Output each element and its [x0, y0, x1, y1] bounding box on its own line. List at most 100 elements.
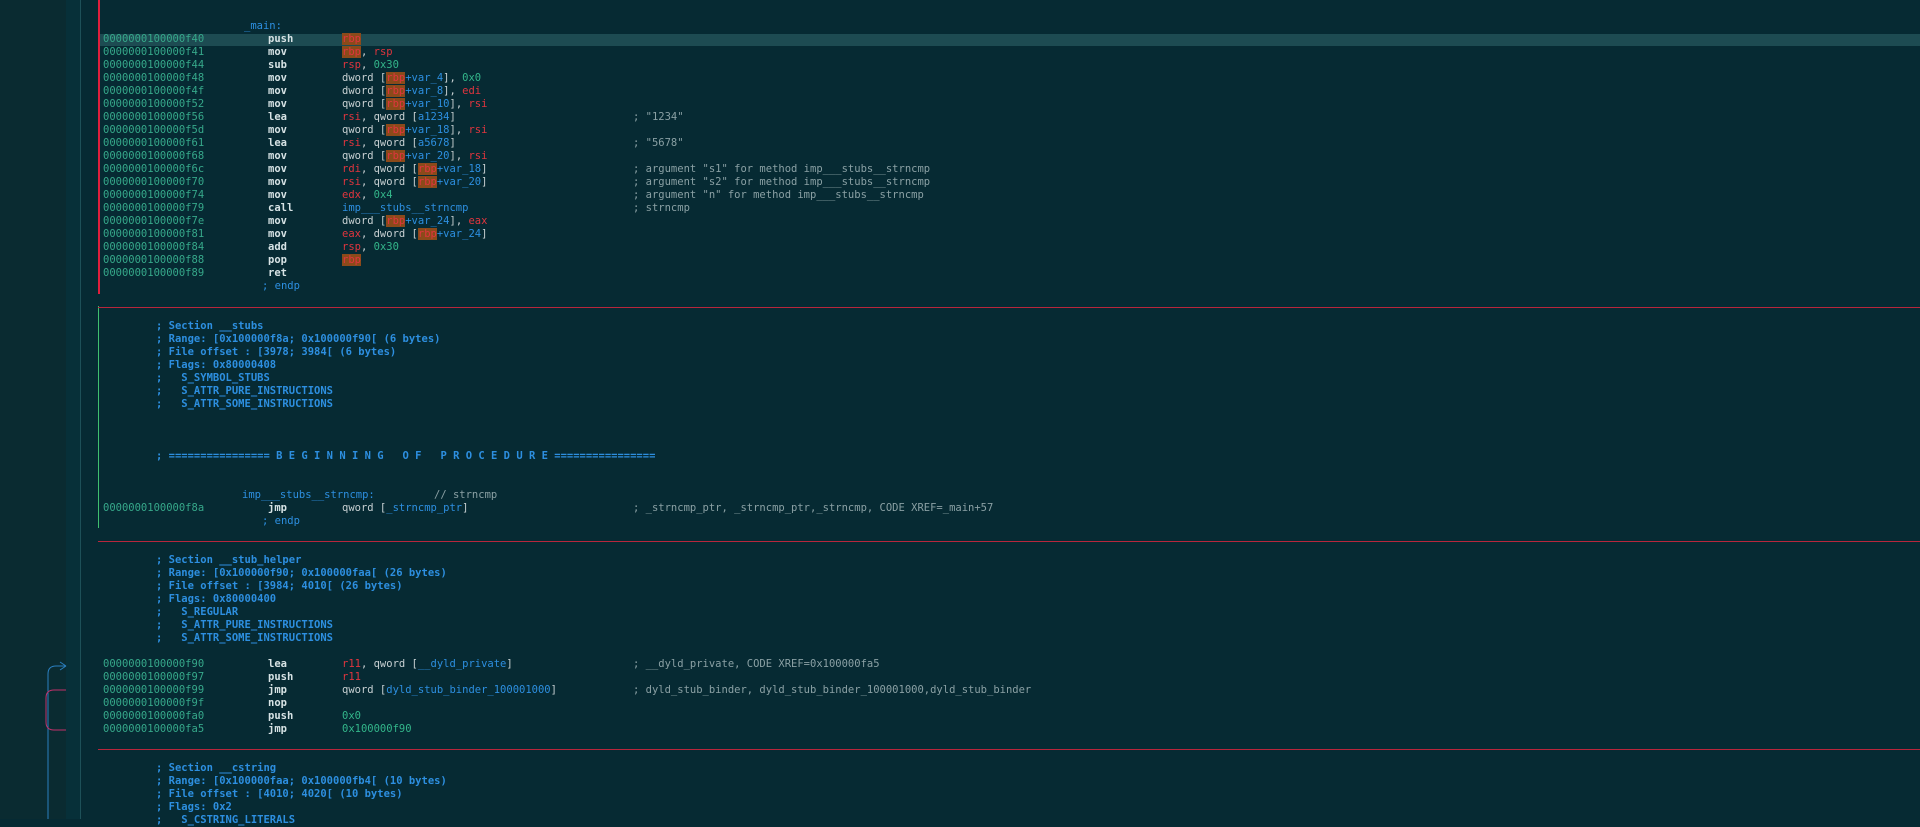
stub-helper-section-line[interactable]: ; S_ATTR_PURE_INSTRUCTIONS — [0, 619, 1920, 632]
endp-line[interactable]: ; endp — [0, 515, 1920, 528]
instruction-row[interactable]: 0000000100000f84 add rsp, 0x30 — [0, 241, 1920, 254]
operand-register[interactable]: edi — [462, 85, 481, 97]
instruction-row[interactable]: 0000000100000f4f mov dword [rbp+var_8], ed… — [0, 85, 1920, 98]
operand-register-highlighted[interactable]: rbp — [386, 215, 406, 227]
operand-symbol[interactable]: +var_20 — [437, 176, 481, 188]
operand-register-highlighted[interactable]: rbp — [417, 228, 437, 240]
operand-register-highlighted[interactable]: rbp — [417, 176, 437, 188]
instruction-address[interactable]: 0000000100000f70 — [103, 176, 204, 189]
instruction-address[interactable]: 0000000100000f99 — [103, 684, 204, 697]
main-label-line[interactable]: _main: — [0, 20, 1920, 33]
instruction-row[interactable]: 0000000100000f90 lea r11, qword [__dyld_pr… — [0, 658, 1920, 671]
operand-register[interactable]: edx — [342, 189, 361, 201]
stub-helper-section-line[interactable]: ; Section __stub_helper — [0, 554, 1920, 567]
instruction-row[interactable]: 0000000100000f97 push r11 — [0, 671, 1920, 684]
operand-register[interactable]: eax — [342, 228, 361, 240]
instruction-address[interactable]: 0000000100000f97 — [103, 671, 204, 684]
stubs-section-line[interactable]: ; Range: [0x100000f8a; 0x100000f90[ (6 b… — [0, 333, 1920, 346]
instruction-address[interactable]: 0000000100000f40 — [103, 33, 204, 46]
operand-register[interactable]: rsi — [342, 176, 361, 188]
stub-helper-section-line[interactable]: ; S_REGULAR — [0, 606, 1920, 619]
instruction-row[interactable]: 0000000100000f8a jmp qword [_strncmp_ptr];… — [0, 502, 1920, 515]
instruction-row[interactable]: 0000000100000f99 jmp qword [dyld_stub_bind… — [0, 684, 1920, 697]
instruction-row[interactable]: 0000000100000f40 push rbp — [0, 33, 1920, 46]
stub-helper-section-line[interactable]: ; File offset : [3984; 4010[ (26 bytes) — [0, 580, 1920, 593]
operand-register-highlighted[interactable]: rbp — [386, 150, 406, 162]
operand-register[interactable]: eax — [468, 215, 487, 227]
operand-symbol[interactable]: +var_24 — [437, 228, 481, 240]
operand-register[interactable]: rsi — [342, 111, 361, 123]
instruction-address[interactable]: 0000000100000f61 — [103, 137, 204, 150]
instruction-row[interactable]: 0000000100000f81 mov eax, dword [rbp+var_2… — [0, 228, 1920, 241]
instruction-address[interactable]: 0000000100000f81 — [103, 228, 204, 241]
stubs-section-line[interactable]: ; Section __stubs — [0, 320, 1920, 333]
instruction-row[interactable]: 0000000100000f41 mov rbp, rsp — [0, 46, 1920, 59]
operand-register-highlighted[interactable]: rbp — [342, 33, 361, 45]
instruction-row[interactable]: 0000000100000f88 pop rbp — [0, 254, 1920, 267]
operand-symbol[interactable]: +var_20 — [405, 150, 449, 162]
stub-helper-section-line[interactable]: ; Flags: 0x80000400 — [0, 593, 1920, 606]
instruction-address[interactable]: 0000000100000f7e — [103, 215, 204, 228]
instruction-address[interactable]: 0000000100000fa5 — [103, 723, 204, 736]
operand-register[interactable]: rsp — [342, 59, 361, 71]
stubs-section-line[interactable]: ; S_ATTR_PURE_INSTRUCTIONS — [0, 385, 1920, 398]
instruction-row[interactable]: 0000000100000f44 sub rsp, 0x30 — [0, 59, 1920, 72]
stub-procedure-label[interactable]: imp___stubs__strncmp: — [242, 489, 375, 502]
instruction-row[interactable]: 0000000100000f48 mov dword [rbp+var_4], 0x… — [0, 72, 1920, 85]
cstring-section-line[interactable]: ; File offset : [4010; 4020[ (10 bytes) — [0, 788, 1920, 801]
instruction-row[interactable]: 0000000100000f5d mov qword [rbp+var_18], r… — [0, 124, 1920, 137]
operand-symbol[interactable]: a1234 — [418, 111, 450, 123]
instruction-row[interactable]: 0000000100000f79 call imp___stubs__strncmp… — [0, 202, 1920, 215]
operand-register-highlighted[interactable]: rbp — [386, 98, 406, 110]
operand-symbol[interactable]: +var_4 — [405, 72, 443, 84]
operand-register[interactable]: rdi — [342, 163, 361, 175]
instruction-address[interactable]: 0000000100000f56 — [103, 111, 204, 124]
stubs-section-line[interactable]: ; File offset : [3978; 3984[ (6 bytes) — [0, 346, 1920, 359]
instruction-address[interactable]: 0000000100000f4f — [103, 85, 204, 98]
cstring-section-line[interactable]: ; Flags: 0x2 — [0, 801, 1920, 814]
operand-register[interactable]: rsp — [342, 241, 361, 253]
operand-symbol[interactable]: +var_18 — [437, 163, 481, 175]
operand-symbol[interactable]: dyld_stub_binder_100001000 — [386, 684, 550, 696]
instruction-row[interactable]: 0000000100000f61 lea rsi, qword [a5678] ; "… — [0, 137, 1920, 150]
operand-symbol[interactable]: __dyld_private — [418, 658, 507, 670]
operand-register[interactable]: rsi — [468, 98, 487, 110]
stubs-section-line[interactable]: ; Flags: 0x80000408 — [0, 359, 1920, 372]
instruction-address[interactable]: 0000000100000f84 — [103, 241, 204, 254]
operand-register-highlighted[interactable]: rbp — [342, 254, 361, 266]
instruction-address[interactable]: 0000000100000f90 — [103, 658, 204, 671]
instruction-row[interactable]: 0000000100000f89 ret — [0, 267, 1920, 280]
instruction-row[interactable]: 0000000100000f70 mov rsi, qword [rbp+var_2… — [0, 176, 1920, 189]
operand-symbol[interactable]: imp___stubs__strncmp — [342, 202, 468, 214]
instruction-address[interactable]: 0000000100000f6c — [103, 163, 204, 176]
instruction-address[interactable]: 0000000100000f89 — [103, 267, 204, 280]
operand-register[interactable]: r11 — [342, 671, 361, 683]
instruction-address[interactable]: 0000000100000f44 — [103, 59, 204, 72]
stub-helper-section-line[interactable]: ; S_ATTR_SOME_INSTRUCTIONS — [0, 632, 1920, 645]
operand-register-highlighted[interactable]: rbp — [417, 163, 437, 175]
cstring-section-line[interactable]: ; Range: [0x100000faa; 0x100000fb4[ (10 … — [0, 775, 1920, 788]
instruction-row[interactable]: 0000000100000f9f nop — [0, 697, 1920, 710]
operand-register[interactable]: rsi — [342, 137, 361, 149]
operand-register-highlighted[interactable]: rbp — [386, 85, 406, 97]
operand-symbol[interactable]: a5678 — [418, 137, 450, 149]
procedure-label[interactable]: _main: — [244, 20, 282, 33]
operand-register-highlighted[interactable]: rbp — [342, 46, 361, 58]
instruction-row[interactable]: 0000000100000f74 mov edx, 0x4 ; argument "n… — [0, 189, 1920, 202]
instruction-address[interactable]: 0000000100000f52 — [103, 98, 204, 111]
instruction-address[interactable]: 0000000100000f74 — [103, 189, 204, 202]
instruction-address[interactable]: 0000000100000f41 — [103, 46, 204, 59]
operand-register[interactable]: rsi — [468, 150, 487, 162]
instruction-row[interactable]: 0000000100000f7e mov dword [rbp+var_24], e… — [0, 215, 1920, 228]
cstring-section-line[interactable]: ; Section __cstring — [0, 762, 1920, 775]
instruction-row[interactable]: 0000000100000fa5 jmp 0x100000f90 — [0, 723, 1920, 736]
instruction-address[interactable]: 0000000100000f88 — [103, 254, 204, 267]
instruction-row[interactable]: 0000000100000fa0 push 0x0 — [0, 710, 1920, 723]
instruction-address[interactable]: 0000000100000f79 — [103, 202, 204, 215]
stubs-section-line[interactable]: ; S_SYMBOL_STUBS — [0, 372, 1920, 385]
operand-register-highlighted[interactable]: rbp — [386, 124, 406, 136]
instruction-address[interactable]: 0000000100000f5d — [103, 124, 204, 137]
stub-helper-section-line[interactable]: ; Range: [0x100000f90; 0x100000faa[ (26 … — [0, 567, 1920, 580]
operand-symbol[interactable]: +var_24 — [405, 215, 449, 227]
cstring-section-line[interactable]: ; S_CSTRING_LITERALS — [0, 814, 1920, 827]
